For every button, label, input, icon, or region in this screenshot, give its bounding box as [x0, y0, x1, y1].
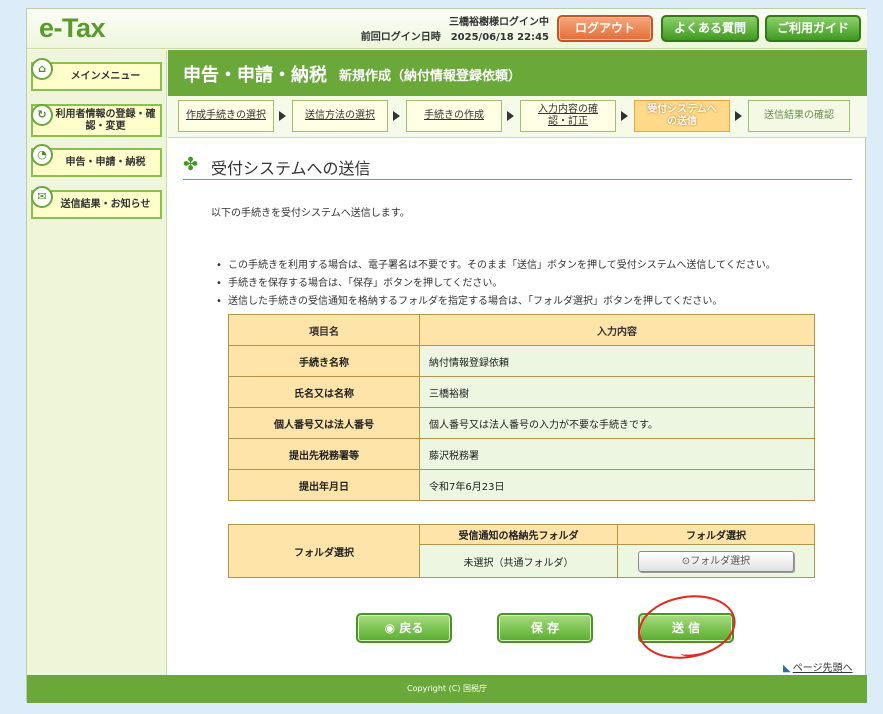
header: e-Tax 三橋裕樹様ログイン中 前回ログイン日時 2025/06/18 22:…: [27, 9, 867, 49]
folder-select-button[interactable]: ⊙フォルダ選択: [638, 550, 794, 572]
copyright-text: Copyright (C) 国税庁: [406, 684, 487, 693]
logout-button[interactable]: ログアウト: [557, 15, 653, 42]
progress-steps: 作成手続きの選択 送信方法の選択 手続きの作成 入力内容の確認・訂正 受付システ…: [168, 96, 867, 138]
page-subtitle: 新規作成（納付情報登録依頼）: [339, 69, 522, 84]
sidebar-item-label: 送信結果・お知らせ: [60, 198, 151, 210]
step-create-procedure[interactable]: 手続きの作成: [406, 100, 502, 132]
step-confirm-input[interactable]: 入力内容の確認・訂正: [520, 100, 616, 132]
back-circle-icon: ◉: [384, 621, 400, 635]
submission-info-table: 項目名 入力内容 手続き名称 納付情報登録依頼 氏名又は名称 三橋裕樹 個人番号…: [228, 314, 815, 501]
faq-button[interactable]: よくある質問: [661, 15, 759, 42]
instruction-item: 手続きを保存する場合は、「保存」ボタンを押してください。: [216, 275, 776, 293]
login-info: 三橋裕樹様ログイン中 前回ログイン日時 2025/06/18 22:45: [327, 15, 549, 45]
footer: Copyright (C) 国税庁: [27, 675, 867, 703]
arrow-up-icon: ◣: [783, 663, 791, 674]
mail-icon: ✉: [31, 186, 53, 208]
row-value: 藤沢税務署: [419, 438, 815, 470]
row-value: 令和7年6月23日: [419, 469, 815, 501]
step-arrow-icon: [507, 111, 514, 121]
column-header-content: 入力内容: [419, 314, 815, 346]
back-button[interactable]: ◉ 戻る: [356, 613, 452, 643]
sidebar-item-label: 利用者情報の登録・確認・変更: [55, 108, 156, 132]
table-row: 手続き名称 納付情報登録依頼: [228, 345, 815, 377]
section-heading: ✤ 受付システムへの送信: [183, 152, 852, 180]
instruction-item: この手続きを利用する場合は、電子署名は不要です。そのまま「送信」ボタンを押して受…: [216, 257, 776, 275]
step-arrow-icon: [735, 111, 742, 121]
current-folder-value: 未選択（共通フォルダ）: [419, 544, 618, 578]
step-arrow-icon: [393, 111, 400, 121]
row-value: 個人番号又は法人番号の入力が不要な手続きです。: [419, 407, 815, 439]
back-button-label: 戻る: [399, 621, 424, 635]
clock-icon: ◔: [31, 144, 53, 166]
table-header-row: 項目名 入力内容: [228, 314, 815, 346]
page-top-label: ページ先頭へ: [792, 663, 853, 674]
step-select-method[interactable]: 送信方法の選択: [292, 100, 388, 132]
row-value: 三橋裕樹: [419, 376, 815, 408]
row-value: 納付情報登録依頼: [419, 345, 815, 377]
sidebar-item-user-info[interactable]: ↻ 利用者情報の登録・確認・変更: [31, 104, 162, 137]
step-arrow-icon: [621, 111, 628, 121]
column-header-item: 項目名: [228, 314, 420, 346]
step-select-procedure[interactable]: 作成手続きの選択: [178, 100, 274, 132]
table-header-row: フォルダ選択 受信通知の格納先フォルダ フォルダ選択: [228, 524, 815, 578]
title-bar: 申告・申請・納税 新規作成（納付情報登録依頼）: [168, 50, 867, 96]
instruction-item: 送信した手続きの受信通知を格納するフォルダを指定する場合は、「フォルダ選択」ボタ…: [216, 293, 776, 311]
step-check-results: 送信結果の確認: [748, 100, 850, 132]
sidebar-item-label: メインメニュー: [70, 70, 141, 82]
column-header-select: フォルダ選択: [617, 524, 815, 545]
folder-row-label: フォルダ選択: [228, 524, 420, 578]
column-header-folder: 受信通知の格納先フォルダ: [419, 524, 618, 545]
row-label: 氏名又は名称: [228, 376, 420, 408]
row-label: 手続き名称: [228, 345, 420, 377]
page-top-link[interactable]: ◣ ページ先頭へ: [783, 659, 853, 674]
instruction-list: この手続きを利用する場合は、電子署名は不要です。そのまま「送信」ボタンを押して受…: [216, 257, 776, 311]
sidebar-item-declaration[interactable]: ◔ 申告・申請・納税: [31, 144, 162, 177]
send-button[interactable]: 送 信: [638, 613, 734, 643]
sidebar: ⌂ メインメニュー ↻ 利用者情報の登録・確認・変更 ◔ 申告・申請・納税 ✉ …: [27, 50, 167, 675]
clover-icon: ✤: [183, 154, 199, 175]
row-label: 個人番号又は法人番号: [228, 407, 420, 439]
table-row: 氏名又は名称 三橋裕樹: [228, 376, 815, 408]
etax-logo: e-Tax: [39, 13, 106, 43]
last-login-time: 前回ログイン日時 2025/06/18 22:45: [360, 32, 549, 43]
table-row: 提出先税務署等 藤沢税務署: [228, 438, 815, 470]
guide-button[interactable]: ご利用ガイド: [765, 15, 861, 42]
table-row: 提出年月日 令和7年6月23日: [228, 469, 815, 501]
user-login-status: 三橋裕樹様ログイン中: [449, 17, 549, 28]
home-icon: ⌂: [31, 58, 53, 80]
red-annotation-stroke: [679, 643, 711, 659]
step-arrow-icon: [279, 111, 286, 121]
row-label: 提出先税務署等: [228, 438, 420, 470]
page-title: 申告・申請・納税: [183, 65, 327, 86]
save-button[interactable]: 保 存: [497, 613, 593, 643]
table-row: 個人番号又は法人番号 個人番号又は法人番号の入力が不要な手続きです。: [228, 407, 815, 439]
etax-window: e-Tax 三橋裕樹様ログイン中 前回ログイン日時 2025/06/18 22:…: [26, 8, 867, 703]
row-label: 提出年月日: [228, 469, 420, 501]
intro-text: 以下の手続きを受付システムへ送信します。: [211, 208, 410, 219]
folder-select-table: フォルダ選択 受信通知の格納先フォルダ フォルダ選択 未選択（共通フォルダ） ⊙…: [228, 524, 815, 578]
refresh-icon: ↻: [31, 104, 53, 126]
play-circle-icon: ⊙: [681, 555, 691, 567]
sidebar-item-main-menu[interactable]: ⌂ メインメニュー: [31, 58, 162, 91]
step-send-current: 受付システムへの送信: [634, 100, 730, 132]
folder-select-label: フォルダ選択: [690, 555, 751, 567]
section-title: 受付システムへの送信: [211, 159, 371, 178]
folder-select-cell: ⊙フォルダ選択: [617, 544, 815, 578]
sidebar-item-results[interactable]: ✉ 送信結果・お知らせ: [31, 186, 162, 219]
main-content: 申告・申請・納税 新規作成（納付情報登録依頼） 作成手続きの選択 送信方法の選択…: [168, 50, 867, 675]
sidebar-item-label: 申告・申請・納税: [65, 156, 146, 168]
